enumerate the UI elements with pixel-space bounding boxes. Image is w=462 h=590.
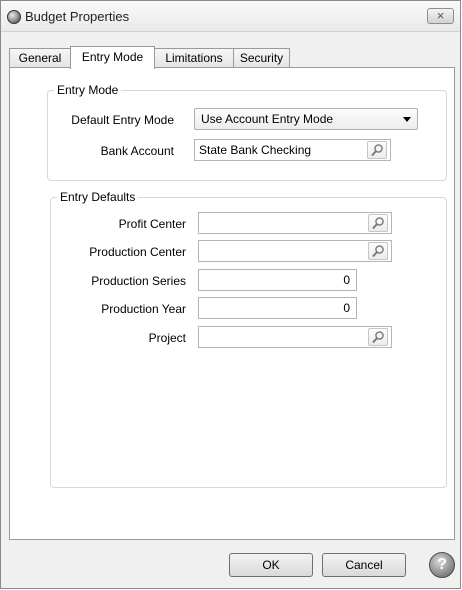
default-entry-mode-value: Use Account Entry Mode bbox=[201, 112, 334, 126]
search-icon[interactable] bbox=[368, 214, 388, 232]
profit-center-label: Profit Center bbox=[118, 217, 186, 231]
tab-security[interactable]: Security bbox=[233, 48, 290, 68]
production-series-label: Production Series bbox=[91, 274, 186, 288]
default-entry-mode-select[interactable]: Use Account Entry Mode bbox=[194, 108, 418, 130]
budget-properties-dialog: Budget Properties × General Entry Mode L… bbox=[0, 0, 461, 589]
title-bar: Budget Properties × bbox=[1, 1, 460, 32]
help-icon[interactable]: ? bbox=[429, 552, 455, 578]
tab-limitations[interactable]: Limitations bbox=[154, 48, 234, 68]
production-year-value: 0 bbox=[343, 301, 350, 315]
production-series-value: 0 bbox=[343, 273, 350, 287]
dropdown-arrow-icon bbox=[403, 117, 411, 122]
production-year-field[interactable]: 0 bbox=[198, 297, 357, 319]
tab-general[interactable]: General bbox=[9, 48, 71, 68]
tab-entry-mode[interactable]: Entry Mode bbox=[70, 46, 155, 69]
app-icon bbox=[7, 10, 21, 24]
profit-center-field[interactable] bbox=[198, 212, 392, 234]
entry-defaults-legend: Entry Defaults bbox=[60, 190, 136, 204]
search-icon[interactable] bbox=[368, 328, 388, 346]
entry-mode-legend: Entry Mode bbox=[57, 83, 119, 97]
cancel-button[interactable]: Cancel bbox=[322, 553, 406, 577]
ok-button[interactable]: OK bbox=[229, 553, 313, 577]
entry-mode-group: Entry Mode bbox=[47, 83, 447, 181]
project-field[interactable] bbox=[198, 326, 392, 348]
production-center-label: Production Center bbox=[89, 245, 186, 259]
window-title: Budget Properties bbox=[25, 9, 130, 24]
default-entry-mode-label: Default Entry Mode bbox=[71, 113, 174, 127]
production-year-label: Production Year bbox=[101, 302, 186, 316]
bank-account-value: State Bank Checking bbox=[199, 143, 312, 157]
project-label: Project bbox=[148, 331, 186, 345]
close-icon[interactable]: × bbox=[427, 8, 454, 24]
production-center-field[interactable] bbox=[198, 240, 392, 262]
production-series-field[interactable]: 0 bbox=[198, 269, 357, 291]
search-icon[interactable] bbox=[368, 242, 388, 260]
search-icon[interactable] bbox=[367, 141, 387, 159]
bank-account-label: Bank Account bbox=[100, 144, 174, 158]
entry-mode-panel: Entry Mode Default Entry Mode Use Accoun… bbox=[9, 67, 455, 540]
bank-account-field[interactable]: State Bank Checking bbox=[194, 139, 391, 161]
